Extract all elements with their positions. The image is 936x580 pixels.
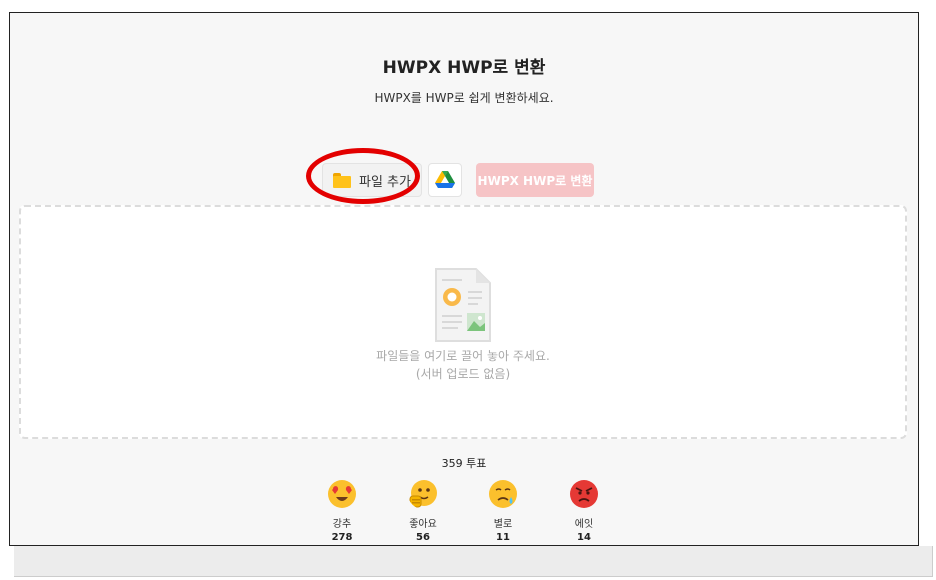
convert-button[interactable]: HWPX HWP로 변환 [476,163,594,197]
sad-face-icon [489,480,517,508]
reaction-angry[interactable]: 에잇 14 [554,479,614,543]
reaction-bar: 강추 278 좋아요 56 별로 11 에잇 14 [10,479,918,543]
heart-eyes-icon [328,480,356,508]
add-file-button[interactable]: 파일 추가 [322,163,422,197]
reaction-label: 별로 [493,519,513,530]
vote-total: 359 투표 [441,457,487,470]
reaction-label: 에잇 [574,519,594,530]
reaction-label: 좋아요 [409,519,437,530]
page-title: HWPX HWP로 변환 [382,58,546,78]
dropzone-line-1: 파일들을 여기로 끌어 놓아 주세요. [376,349,550,363]
document-icon [435,268,491,342]
google-drive-icon [435,171,455,188]
dropzone-line-2: (서버 업로드 없음) [415,367,511,381]
page-subtitle: HWPX를 HWP로 쉽게 변환하세요. [374,91,554,105]
reaction-count: 14 [577,532,591,543]
reaction-count: 278 [331,532,353,543]
google-drive-button[interactable] [428,163,462,197]
reaction-count: 56 [416,532,430,543]
reaction-count: 11 [496,532,510,543]
angry-face-icon [570,480,598,508]
thumbs-up-face-icon [409,480,437,508]
dropzone-text: 파일들을 여기로 끌어 놓아 주세요. (서버 업로드 없음) [21,347,905,383]
reaction-like[interactable]: 좋아요 56 [393,479,453,543]
reaction-meh[interactable]: 별로 11 [473,479,533,543]
toolbar: 파일 추가 HWPX HWP로 변환 [10,163,918,199]
file-dropzone[interactable]: 파일들을 여기로 끌어 놓아 주세요. (서버 업로드 없음) [19,205,907,439]
app-window: HWPX HWP로 변환 HWPX를 HWP로 쉽게 변환하세요. 파일 추가 … [9,12,919,546]
folder-icon [333,172,351,188]
reaction-recommend[interactable]: 강추 278 [312,479,372,543]
reaction-label: 강추 [332,519,352,530]
window-shadow [14,546,933,577]
add-file-label: 파일 추가 [359,174,411,190]
